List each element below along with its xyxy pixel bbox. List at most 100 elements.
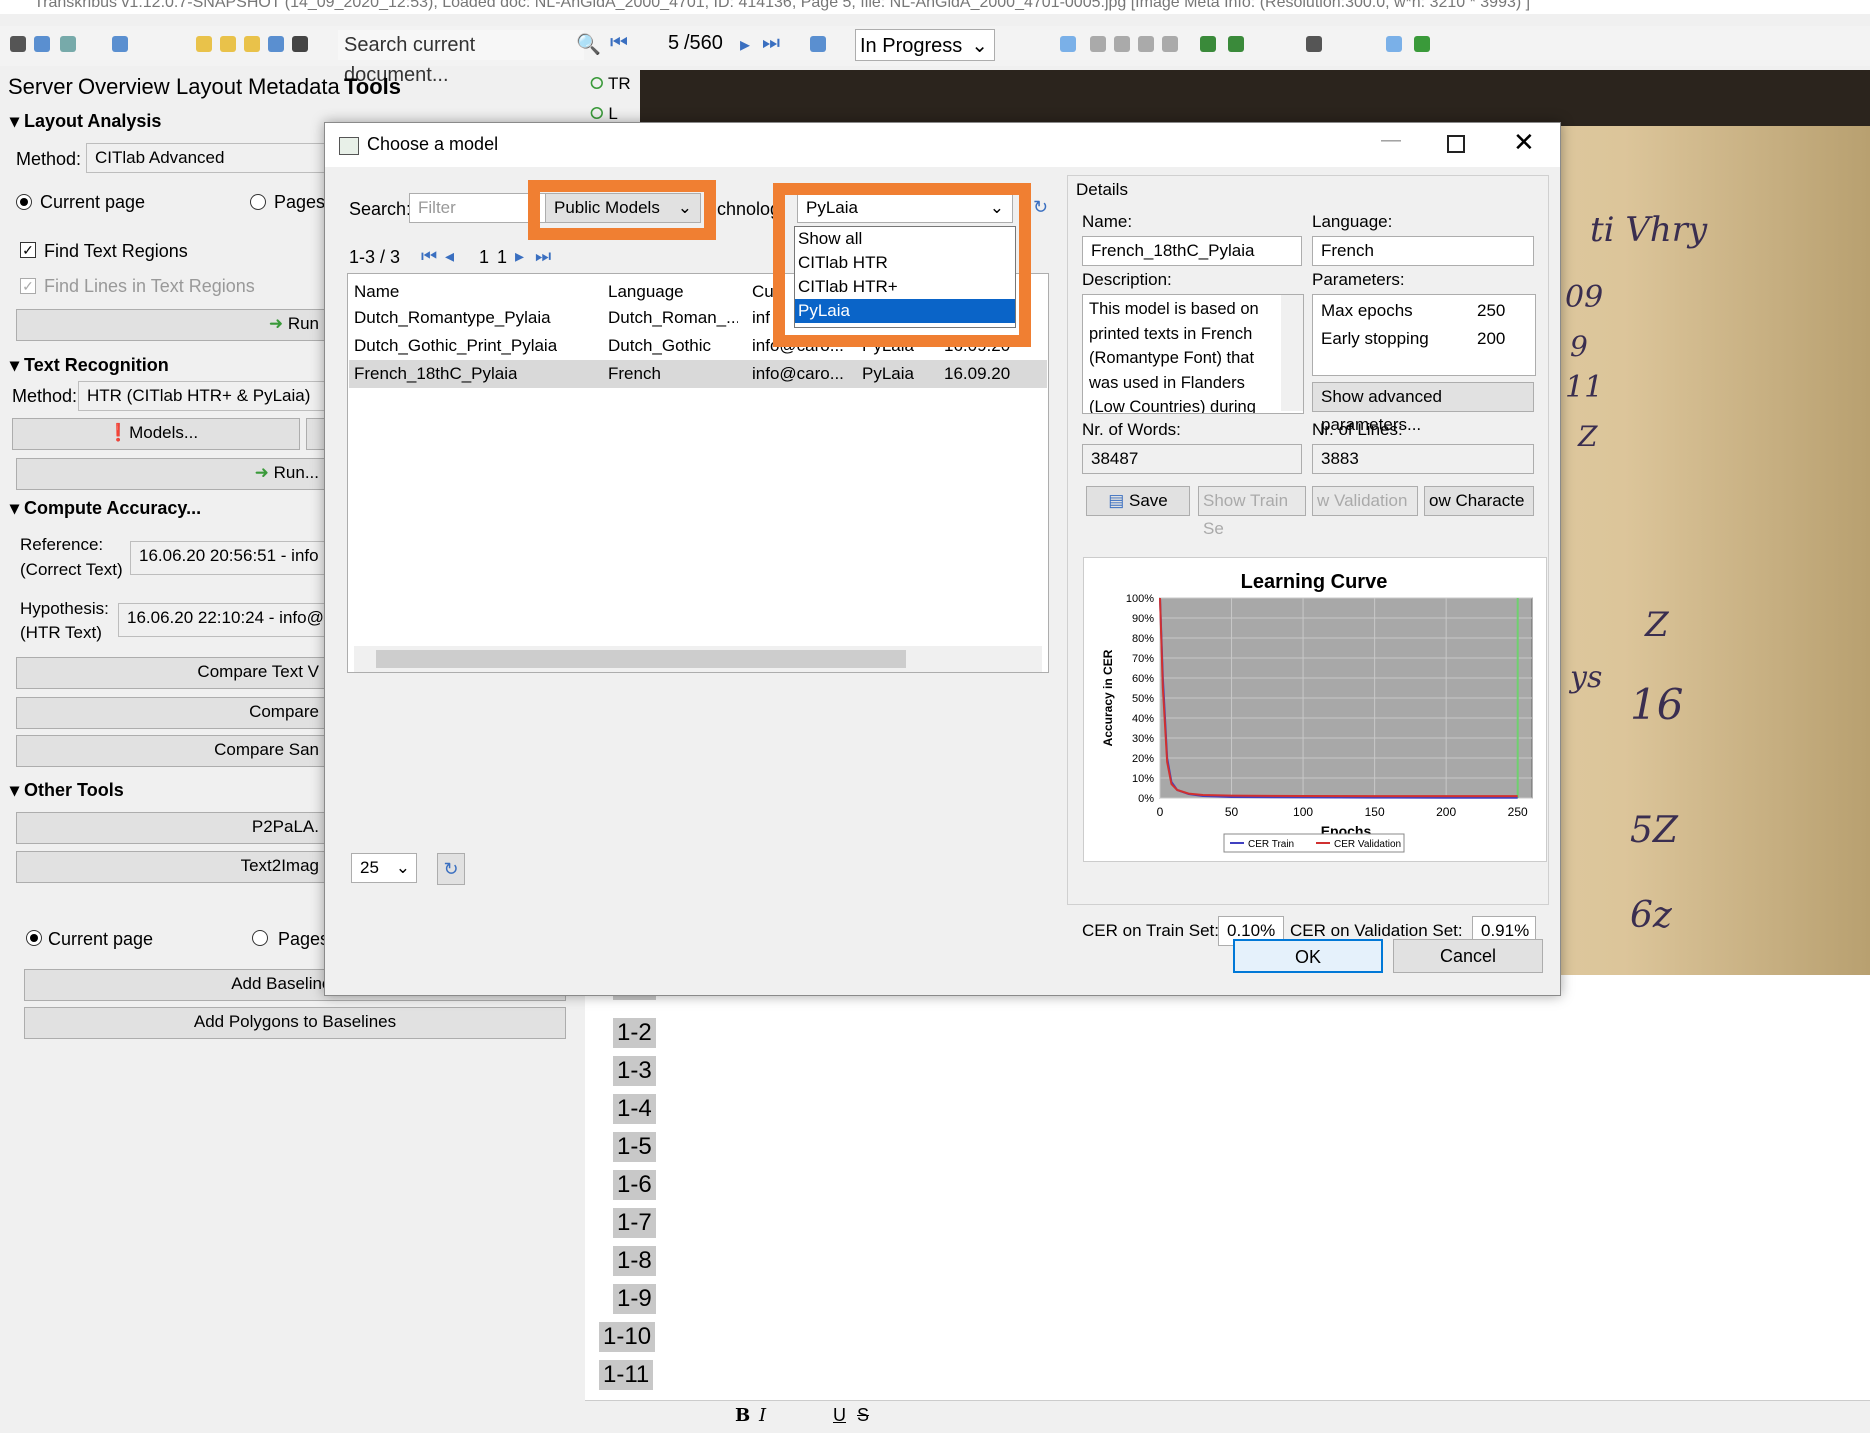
show-advanced-button[interactable]: Show advanced parameters...: [1312, 382, 1534, 434]
refresh-icon[interactable]: ↻: [1033, 197, 1048, 218]
bank-icon[interactable]: [292, 36, 308, 52]
zoom-fit-icon[interactable]: [1162, 36, 1178, 52]
line-tag[interactable]: 1-4: [613, 1094, 656, 1124]
zoom-out-icon[interactable]: [1138, 36, 1154, 52]
ot-pages-radio[interactable]: [252, 930, 268, 946]
italic-icon[interactable]: I: [759, 1405, 766, 1426]
tab-metadata[interactable]: Metadata: [248, 74, 340, 100]
save-button[interactable]: ▤ Save: [1086, 486, 1190, 516]
refresh-icon[interactable]: ↻: [437, 853, 465, 885]
zoom-in-icon[interactable]: [1114, 36, 1130, 52]
la-run-button[interactable]: ➜ Run: [16, 309, 326, 341]
col-name[interactable]: Name: [354, 282, 399, 302]
line-tag[interactable]: 1-3: [613, 1056, 656, 1086]
line-tag[interactable]: 1-11: [599, 1360, 654, 1390]
parameters-table[interactable]: Max epochs 250 Early stopping 200: [1312, 294, 1536, 376]
text-recognition-heading[interactable]: ▾ Text Recognition: [10, 355, 169, 376]
layer-icon[interactable]: [1306, 36, 1322, 52]
upload-icon[interactable]: [112, 36, 128, 52]
first-page-icon[interactable]: ⏮: [610, 32, 628, 55]
fit-width-icon[interactable]: [1228, 36, 1244, 52]
compute-accuracy-heading[interactable]: ▾ Compute Accuracy...: [10, 498, 201, 519]
view-icon[interactable]: [1090, 36, 1106, 52]
page-size-select[interactable]: 25 ⌄: [351, 853, 417, 883]
other-tools-heading[interactable]: ▾ Other Tools: [10, 780, 124, 801]
pen-icon[interactable]: [34, 36, 50, 52]
description-scrollbar[interactable]: [1281, 295, 1303, 411]
export-icon[interactable]: [244, 36, 260, 52]
find-text-regions-checkbox[interactable]: ✓: [20, 242, 36, 258]
tab-tools[interactable]: Tools: [344, 74, 401, 100]
fit-icon[interactable]: [1200, 36, 1216, 52]
page-current[interactable]: 5: [668, 32, 679, 55]
pager-page[interactable]: 1: [479, 247, 489, 268]
compare-text-versions-button[interactable]: Compare Text V: [16, 657, 326, 689]
reference-select[interactable]: 16.06.20 20:56:51 - info: [130, 541, 330, 575]
bug-icon[interactable]: [1414, 36, 1430, 52]
description-textarea[interactable]: This model is based on printed texts in …: [1082, 294, 1304, 414]
side-tag-l[interactable]: ⭘ L: [590, 104, 618, 124]
ok-button[interactable]: OK: [1233, 939, 1383, 973]
tab-server[interactable]: Server: [8, 74, 73, 100]
menu-icon[interactable]: [10, 36, 26, 52]
search-document-input[interactable]: Search current document...: [338, 30, 584, 86]
next-page-icon[interactable]: ▸: [515, 246, 524, 267]
find-lines-checkbox[interactable]: ✓: [20, 278, 36, 294]
last-page-icon[interactable]: ⏭: [762, 32, 780, 55]
last-page-icon[interactable]: ⏭: [535, 246, 551, 267]
option-citlab-htr[interactable]: CITlab HTR: [795, 251, 1015, 275]
edit-icon[interactable]: [1386, 36, 1402, 52]
col-language[interactable]: Language: [608, 282, 684, 302]
status-select[interactable]: In Progress ⌄: [855, 29, 995, 61]
search-icon[interactable]: 🔍: [576, 32, 601, 57]
layout-analysis-heading[interactable]: ▾ Layout Analysis: [10, 111, 161, 132]
cancel-button[interactable]: Cancel: [1393, 939, 1543, 973]
option-citlab-htr-plus[interactable]: CITlab HTR+: [795, 275, 1015, 299]
option-show-all[interactable]: Show all: [795, 227, 1015, 251]
show-validation-set-button[interactable]: w Validation: [1312, 486, 1418, 516]
line-tag[interactable]: 1-10: [599, 1322, 656, 1352]
hypothesis-select[interactable]: 16.06.20 22:10:24 - info@: [118, 603, 330, 637]
p2pala-button[interactable]: P2PaLA.: [16, 812, 326, 844]
scrollbar-thumb[interactable]: [376, 650, 906, 668]
line-tag[interactable]: 1-5: [613, 1132, 656, 1162]
line-tag[interactable]: 1-2: [613, 1018, 656, 1048]
line-tag[interactable]: 1-7: [613, 1208, 656, 1238]
option-pylaia[interactable]: PyLaia: [795, 299, 1015, 323]
save-icon[interactable]: [810, 36, 826, 52]
la-current-page-radio[interactable]: [16, 194, 32, 210]
underline-icon[interactable]: U: [833, 1405, 846, 1426]
layout-icon[interactable]: [60, 36, 76, 52]
bold-icon[interactable]: B: [735, 1405, 750, 1426]
minimize-icon[interactable]: —: [1381, 129, 1401, 152]
language-field[interactable]: French: [1312, 236, 1534, 266]
tab-layout[interactable]: Layout: [176, 74, 242, 100]
select-icon[interactable]: [1060, 36, 1076, 52]
show-train-set-button[interactable]: Show Train Se: [1198, 486, 1306, 538]
tr-method-select[interactable]: HTR (CITlab HTR+ & PyLaia): [78, 381, 328, 411]
horizontal-scrollbar[interactable]: [354, 646, 1042, 672]
line-tag[interactable]: 1-8: [613, 1246, 656, 1276]
next-page-icon[interactable]: ▸: [740, 32, 750, 57]
close-icon[interactable]: ✕: [1513, 127, 1535, 158]
la-pages-radio[interactable]: [250, 194, 266, 210]
compare-button[interactable]: Compare: [16, 697, 326, 729]
table-row-selected[interactable]: French_18thC_Pylaia French info@caro... …: [349, 360, 1047, 388]
models-button[interactable]: ❗Models...: [12, 418, 300, 450]
col-curator[interactable]: Cu: [752, 282, 774, 302]
line-tag[interactable]: 1-6: [613, 1170, 656, 1200]
folder-icon[interactable]: [196, 36, 212, 52]
la-method-select[interactable]: CITlab Advanced: [86, 143, 336, 173]
line-tag[interactable]: 1-9: [613, 1284, 656, 1314]
strikethrough-icon[interactable]: S: [857, 1405, 869, 1426]
tr-run-button[interactable]: ➜ Run...: [16, 458, 326, 490]
text2image-button[interactable]: Text2Imag: [16, 851, 326, 883]
compare-samples-button[interactable]: Compare San: [16, 735, 326, 767]
tab-overview[interactable]: Overview: [78, 74, 170, 100]
maximize-icon[interactable]: [1447, 135, 1465, 153]
show-characters-button[interactable]: ow Characte: [1424, 486, 1534, 516]
sync-icon[interactable]: [268, 36, 284, 52]
folder-open-icon[interactable]: [220, 36, 236, 52]
add-polygons-button[interactable]: Add Polygons to Baselines: [24, 1007, 566, 1039]
side-tag-tr[interactable]: ⭘ TR: [590, 74, 631, 94]
